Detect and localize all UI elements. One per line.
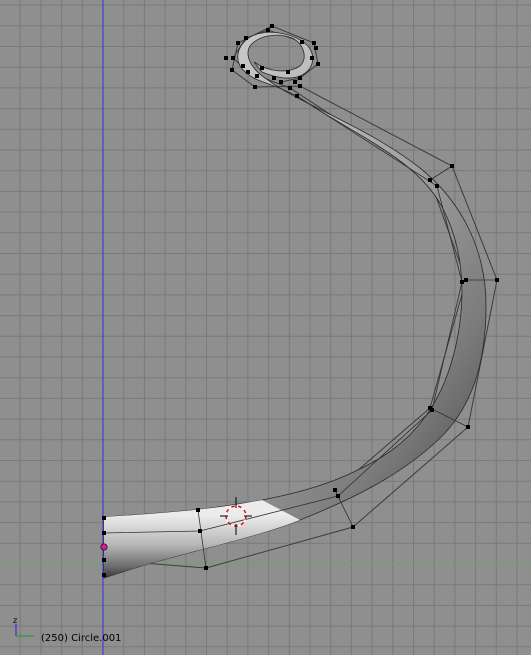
viewport-canvas[interactable]: z xyxy=(0,0,531,655)
control-point-handle[interactable] xyxy=(310,56,314,60)
control-point-handle[interactable] xyxy=(270,24,274,28)
control-point-handle[interactable] xyxy=(351,525,355,529)
control-point-handle[interactable] xyxy=(298,84,302,88)
3d-viewport[interactable]: z (250) Circle.001 xyxy=(0,0,531,655)
control-point-handle[interactable] xyxy=(102,573,106,577)
control-point-handle[interactable] xyxy=(295,94,299,98)
control-point-handle[interactable] xyxy=(255,74,259,78)
control-point-handle[interactable] xyxy=(224,56,228,60)
control-point-handle[interactable] xyxy=(102,516,106,520)
control-point-handle[interactable] xyxy=(241,64,245,68)
control-point-handle[interactable] xyxy=(279,80,283,84)
control-point-handle[interactable] xyxy=(272,76,276,80)
control-point-handle[interactable] xyxy=(244,36,248,40)
viewport-status-text: (250) Circle.001 xyxy=(41,633,122,644)
control-point-handle[interactable] xyxy=(246,70,250,74)
control-point-handle[interactable] xyxy=(286,70,290,74)
control-point-handle[interactable] xyxy=(495,278,499,282)
control-point-handle[interactable] xyxy=(312,41,316,45)
axis-gizmo-z-label: z xyxy=(13,616,17,625)
control-point-handle[interactable] xyxy=(293,80,297,84)
control-point-handle[interactable] xyxy=(198,529,202,533)
curve-tube[interactable] xyxy=(103,32,487,579)
control-point-handle[interactable] xyxy=(460,280,464,284)
control-point-handle[interactable] xyxy=(333,488,337,492)
control-point-handle[interactable] xyxy=(466,425,470,429)
control-point-handle[interactable] xyxy=(464,278,468,282)
control-point-handle[interactable] xyxy=(253,85,257,89)
control-point-handle[interactable] xyxy=(336,494,340,498)
control-point-handle[interactable] xyxy=(288,86,292,90)
control-point-handle[interactable] xyxy=(196,508,200,512)
control-point-handle[interactable] xyxy=(450,164,454,168)
control-point-handle[interactable] xyxy=(428,178,432,182)
control-point-handle[interactable] xyxy=(266,28,270,32)
control-point-handle[interactable] xyxy=(300,40,304,44)
control-point-handle[interactable] xyxy=(316,62,320,66)
control-point-handle[interactable] xyxy=(260,66,264,70)
curve-origin-point[interactable] xyxy=(100,543,108,551)
control-point-handle[interactable] xyxy=(430,408,434,412)
control-point-handle[interactable] xyxy=(231,56,235,60)
control-point-handle[interactable] xyxy=(298,76,302,80)
control-point-handle[interactable] xyxy=(435,184,439,188)
control-point-handle[interactable] xyxy=(102,531,106,535)
control-point-handle[interactable] xyxy=(230,68,234,72)
control-point-handle[interactable] xyxy=(236,41,240,45)
control-polygon-outer xyxy=(103,25,498,569)
control-point-handle[interactable] xyxy=(102,558,106,562)
control-point-handle[interactable] xyxy=(314,46,318,50)
control-point-handle[interactable] xyxy=(204,566,208,570)
